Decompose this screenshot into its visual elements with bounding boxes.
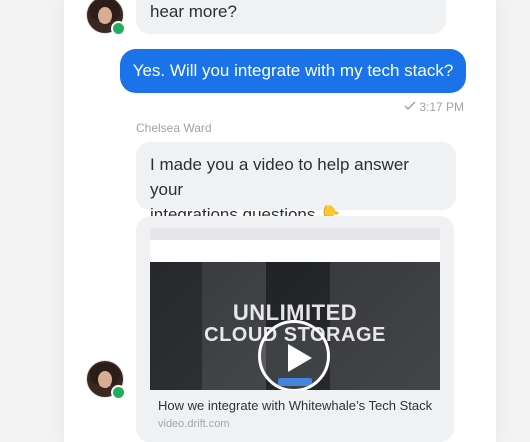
delivery-status: 3:17 PM: [404, 100, 464, 114]
video-title[interactable]: How we integrate with Whitewhale’s Tech …: [158, 398, 432, 413]
site-navigation: [150, 240, 440, 262]
online-status-dot: [111, 21, 126, 36]
video-hero: UNLIMITED CLOUD STORAGE: [150, 262, 440, 390]
message-time: 3:17 PM: [419, 100, 465, 114]
avatar-face: [98, 7, 112, 24]
message-text-line: I made you a video to help answer your: [150, 155, 409, 199]
avatar-face: [98, 371, 112, 388]
message-text: hear more?: [150, 2, 237, 21]
agent-message-bubble: I made you a video to help answer your i…: [136, 142, 456, 224]
message-text: Yes. Will you integrate with my tech sta…: [132, 61, 454, 80]
user-message-bubble: Yes. Will you integrate with my tech sta…: [120, 49, 466, 93]
video-card[interactable]: UNLIMITED CLOUD STORAGE How we integrate…: [136, 216, 454, 442]
play-icon[interactable]: [258, 320, 330, 390]
sender-name: Chelsea Ward: [136, 121, 212, 135]
video-thumbnail[interactable]: UNLIMITED CLOUD STORAGE: [150, 228, 440, 390]
avatar: [86, 360, 126, 400]
avatar: [86, 0, 126, 36]
checkmark-icon: [404, 101, 416, 111]
online-status-dot: [111, 385, 126, 400]
agent-message-bubble: hear more?: [136, 0, 446, 34]
video-domain: video.drift.com: [158, 418, 230, 430]
